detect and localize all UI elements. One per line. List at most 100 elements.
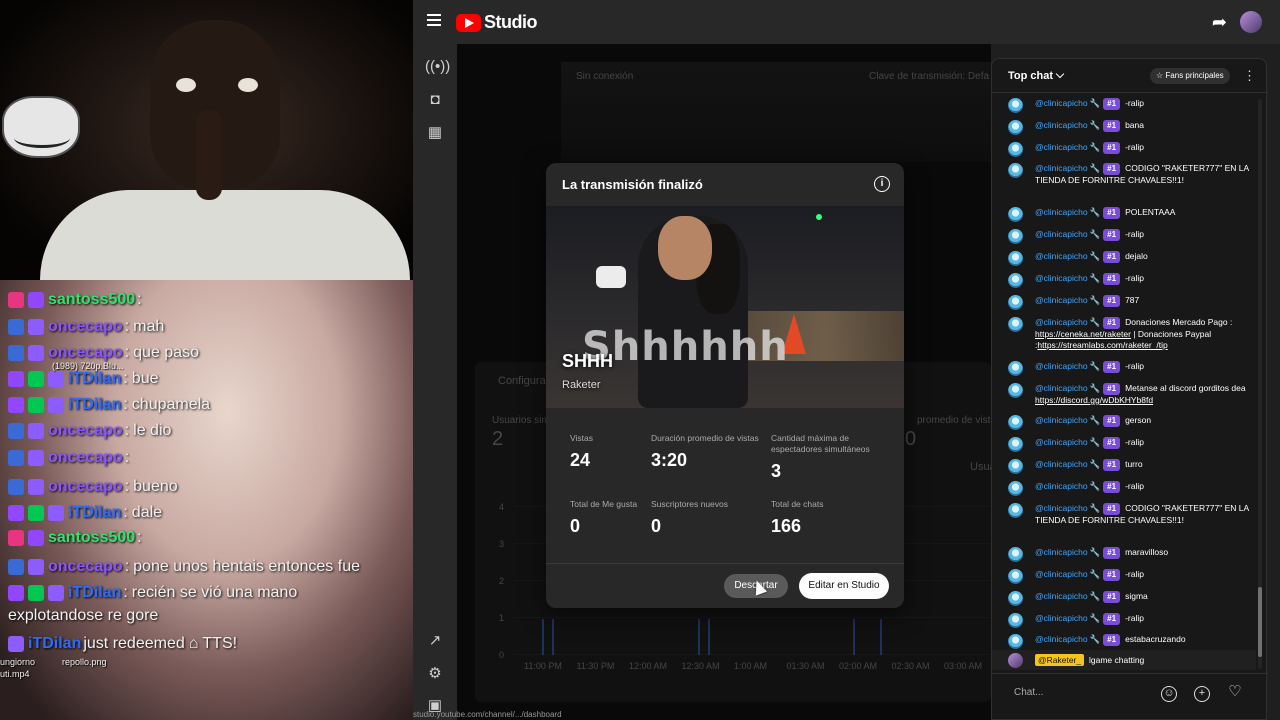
avatar[interactable] xyxy=(1008,591,1023,606)
avatar[interactable] xyxy=(1008,207,1023,222)
chat-username[interactable]: @clinicapicho xyxy=(1035,142,1088,152)
top-fan-badge: #1 xyxy=(1103,459,1121,471)
chat-username[interactable]: @clinicapicho xyxy=(1035,163,1088,173)
top-fans-button[interactable]: ☆ Fans principales xyxy=(1150,68,1230,84)
avatar[interactable] xyxy=(1008,163,1023,178)
avatar[interactable] xyxy=(1008,295,1023,310)
stream-icon[interactable]: ((•)) xyxy=(425,57,450,77)
file-label: uti.mp4 xyxy=(0,669,30,679)
badge-icon xyxy=(8,319,24,335)
chat-username[interactable]: @clinicapicho xyxy=(1035,547,1088,557)
video-thumbnail: Shhhhhh xyxy=(546,206,904,408)
share-icon[interactable]: ➦ xyxy=(1212,12,1227,33)
chat-username[interactable]: @clinicapicho xyxy=(1035,295,1088,305)
chat-username[interactable]: @clinicapicho xyxy=(1035,569,1088,579)
avatar[interactable] xyxy=(1008,142,1023,157)
overlay-chat-line: santoss500: xyxy=(8,289,146,311)
chat-username[interactable]: @clinicapicho xyxy=(1035,481,1088,491)
info-icon[interactable]: i xyxy=(874,176,890,192)
chat-message-text: -ralip xyxy=(1125,613,1144,623)
chat-username[interactable]: @clinicapicho xyxy=(1035,437,1088,447)
sub-badge-icon xyxy=(28,319,44,335)
chat-link[interactable]: https://ceneka.net/raketer xyxy=(1035,329,1131,339)
chat-username[interactable]: @clinicapicho xyxy=(1035,503,1088,513)
chat-username[interactable]: @clinicapicho xyxy=(1035,591,1088,601)
chat-username[interactable]: @clinicapicho xyxy=(1035,251,1088,261)
avatar[interactable] xyxy=(1008,361,1023,376)
avatar[interactable] xyxy=(1008,634,1023,649)
chat-scrollbar[interactable] xyxy=(1258,99,1262,669)
stat-total-chats: Total de chats 166 xyxy=(771,499,824,536)
moderator-wrench-icon: 🔧 xyxy=(1089,98,1101,108)
top-fan-badge: #1 xyxy=(1103,634,1121,646)
owner-username[interactable]: @Raketer_ xyxy=(1035,654,1085,666)
avatar[interactable] xyxy=(1008,437,1023,452)
chat-link[interactable]: https://streamlabs.com/raketer_/tip xyxy=(1037,340,1167,350)
moderator-wrench-icon: 🔧 xyxy=(1089,295,1101,305)
avatar[interactable] xyxy=(1008,569,1023,584)
avatar[interactable] xyxy=(1008,547,1023,562)
avatar[interactable] xyxy=(1008,459,1023,474)
settings-gear-icon[interactable]: ⚙ xyxy=(425,664,445,684)
chat-username[interactable]: @clinicapicho xyxy=(1035,634,1088,644)
studio-logo[interactable]: Studio xyxy=(456,12,538,33)
chat-input[interactable]: Chat... xyxy=(1014,687,1043,698)
avatar[interactable] xyxy=(1008,481,1023,496)
chat-link[interactable]: https://discord.gg/wDbKHYb8fd xyxy=(1035,395,1153,405)
chat-header: Top chat ☆ Fans principales ⋮ xyxy=(992,59,1268,93)
avatar[interactable] xyxy=(1008,229,1023,244)
avatar[interactable] xyxy=(1008,273,1023,288)
calendar-icon[interactable]: ▦ xyxy=(425,123,445,143)
avatar[interactable] xyxy=(1008,383,1023,398)
chat-username[interactable]: @clinicapicho xyxy=(1035,317,1088,327)
overlay-message: le dio xyxy=(133,422,172,439)
menu-icon[interactable] xyxy=(427,14,441,26)
external-link-icon[interactable]: ↗ xyxy=(425,631,445,651)
overlay-chat-line: iTDilan: bue xyxy=(8,368,159,390)
heart-icon[interactable]: ♡ xyxy=(1227,684,1243,702)
avatar[interactable] xyxy=(1008,98,1023,113)
chat-username[interactable]: @clinicapicho xyxy=(1035,273,1088,283)
top-fan-badge: #1 xyxy=(1103,591,1121,603)
avatar[interactable] xyxy=(1008,613,1023,628)
stats-grid: Vistas 24 Duración promedio de vistas 3:… xyxy=(546,408,904,563)
chat-username[interactable]: @clinicapicho xyxy=(1035,207,1088,217)
chat-username[interactable]: @clinicapicho xyxy=(1035,415,1088,425)
channel-name: Raketer xyxy=(562,379,601,391)
top-chat-dropdown[interactable]: Top chat xyxy=(1008,69,1065,82)
overlay-message: chupamela xyxy=(131,396,211,413)
moderator-wrench-icon: 🔧 xyxy=(1089,251,1101,261)
overlay-username: iTDilan xyxy=(68,584,122,601)
account-avatar[interactable] xyxy=(1240,11,1262,33)
chat-message-list: @clinicapicho 🔧 #1 -ralip @clinicapicho 🔧 #1 ba… xyxy=(992,93,1256,673)
scroll-thumb[interactable] xyxy=(1258,587,1262,657)
avatar[interactable] xyxy=(1008,120,1023,135)
chat-username[interactable]: @clinicapicho xyxy=(1035,98,1088,108)
chat-message-text: -ralip xyxy=(1125,229,1144,239)
badge-icon xyxy=(28,397,44,413)
overlay-username: oncecapo xyxy=(48,318,123,335)
badge-icon xyxy=(28,585,44,601)
chat-username[interactable]: @clinicapicho xyxy=(1035,613,1088,623)
emoji-icon[interactable]: ☺ xyxy=(1161,686,1177,702)
more-options-icon[interactable]: ⋮ xyxy=(1243,69,1256,82)
avatar[interactable] xyxy=(1008,317,1023,332)
avatar[interactable] xyxy=(1008,503,1023,518)
side-rail: ((•)) ◘ ▦ ↗ ⚙ ▣ xyxy=(413,44,457,720)
chat-username[interactable]: @clinicapicho xyxy=(1035,459,1088,469)
chat-username[interactable]: @clinicapicho xyxy=(1035,120,1088,130)
stat-peak-concurrent: Cantidad máxima de espectadores simultán… xyxy=(771,433,870,481)
edit-in-studio-button[interactable]: Editar en Studio xyxy=(799,573,889,599)
chat-username[interactable]: @clinicapicho xyxy=(1035,383,1088,393)
live-chat-panel: Top chat ☆ Fans principales ⋮ @clinicapi… xyxy=(991,58,1268,720)
overlay-chat-line: oncecapo: bueno xyxy=(8,476,178,498)
camera-icon[interactable]: ◘ xyxy=(425,90,445,110)
add-icon[interactable]: + xyxy=(1194,686,1210,702)
top-fan-badge: #1 xyxy=(1103,503,1121,515)
avatar[interactable] xyxy=(1008,415,1023,430)
chat-username[interactable]: @clinicapicho xyxy=(1035,229,1088,239)
avatar[interactable] xyxy=(1008,251,1023,266)
chat-message-text: Donaciones Mercado Pago : xyxy=(1125,317,1233,327)
chat-username[interactable]: @clinicapicho xyxy=(1035,361,1088,371)
status-url: studio.youtube.com/channel/.../dashboard xyxy=(413,710,562,719)
